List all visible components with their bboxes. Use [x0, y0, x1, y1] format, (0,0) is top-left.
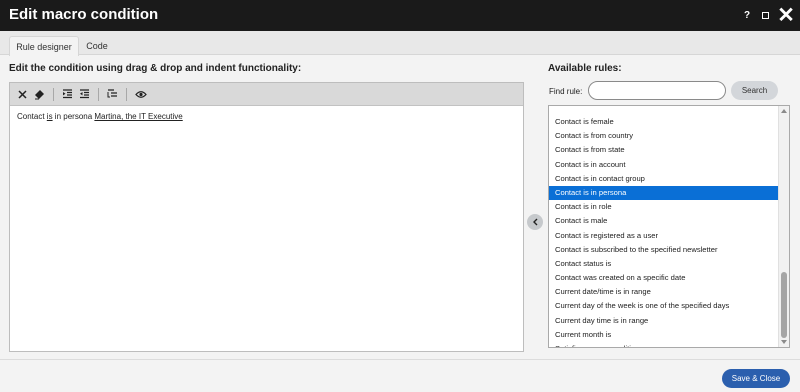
- help-button[interactable]: ?: [740, 0, 754, 31]
- list-item[interactable]: Current day time is in range: [549, 314, 779, 328]
- list-item[interactable]: Contact is in role: [549, 200, 779, 214]
- dialog-titlebar: Edit macro condition ? ✕: [0, 0, 800, 31]
- tab-rule-designer[interactable]: Rule designer: [9, 36, 79, 56]
- list-item[interactable]: Contact is female: [549, 115, 779, 129]
- available-rules-list[interactable]: Contact is female Contact is from country…: [548, 105, 790, 348]
- clear-format-icon[interactable]: [32, 87, 47, 102]
- list-item[interactable]: Current month is: [549, 328, 779, 342]
- list-item[interactable]: Current day of the week is one of the sp…: [549, 299, 779, 313]
- preview-icon[interactable]: [133, 87, 148, 102]
- condition-value-link[interactable]: Martina, the IT Executive: [94, 112, 182, 121]
- dialog-footer: Save & Close: [0, 359, 800, 392]
- delete-icon[interactable]: [15, 87, 30, 102]
- rule-items: Contact is female Contact is from country…: [549, 106, 779, 347]
- maximize-button[interactable]: [758, 0, 772, 31]
- condition-prefix: Contact: [17, 112, 47, 121]
- tab-code[interactable]: Code: [80, 36, 114, 55]
- list-item[interactable]: Contact status is: [549, 257, 779, 271]
- list-item[interactable]: Contact is male: [549, 214, 779, 228]
- toolbar-separator: [53, 87, 54, 101]
- list-item[interactable]: Contact is from country: [549, 129, 779, 143]
- list-item-partial: [549, 106, 779, 115]
- list-item[interactable]: Contact was created on a specific date: [549, 271, 779, 285]
- editor-heading: Edit the condition using drag & drop and…: [9, 63, 302, 74]
- maximize-icon: [761, 12, 769, 19]
- collapse-panel-button[interactable]: [527, 214, 543, 230]
- scroll-thumb[interactable]: [781, 272, 787, 338]
- toolbar-separator: [126, 87, 127, 101]
- list-item[interactable]: Contact is registered as a user: [549, 229, 779, 243]
- list-item[interactable]: Contact is in account: [549, 158, 779, 172]
- toolbar-separator: [98, 87, 99, 101]
- scroll-up-icon[interactable]: [781, 109, 787, 113]
- chevron-left-icon: [532, 218, 537, 226]
- list-item[interactable]: Satisfies macro condition: [549, 342, 779, 347]
- list-item[interactable]: Contact is in contact group: [549, 172, 779, 186]
- list-item[interactable]: Contact is from state: [549, 143, 779, 157]
- rules-scrollbar[interactable]: [778, 106, 789, 347]
- condition-middle: in persona: [52, 112, 95, 121]
- search-button[interactable]: Search: [731, 81, 778, 100]
- save-close-button[interactable]: Save & Close: [722, 369, 790, 388]
- indent-increase-icon[interactable]: [77, 87, 92, 102]
- indent-decrease-icon[interactable]: [60, 87, 75, 102]
- list-item[interactable]: Contact is subscribed to the specified n…: [549, 243, 779, 257]
- editor-toolbar: [10, 83, 523, 106]
- dialog-title: Edit macro condition: [9, 6, 159, 23]
- auto-indent-icon[interactable]: [105, 87, 120, 102]
- tab-strip: Rule designer Code: [0, 31, 800, 56]
- list-item[interactable]: Current date/time is in range: [549, 285, 779, 299]
- condition-editor[interactable]: Contact is in persona Martina, the IT Ex…: [9, 82, 524, 352]
- scroll-down-icon[interactable]: [781, 340, 787, 344]
- close-button[interactable]: ✕: [775, 0, 797, 31]
- rules-heading: Available rules:: [548, 63, 622, 74]
- find-rule-input[interactable]: [588, 81, 726, 100]
- condition-text: Contact is in persona Martina, the IT Ex…: [17, 112, 183, 121]
- list-item[interactable]: Contact is in persona: [549, 185, 779, 201]
- find-rule-label: Find rule:: [549, 87, 583, 96]
